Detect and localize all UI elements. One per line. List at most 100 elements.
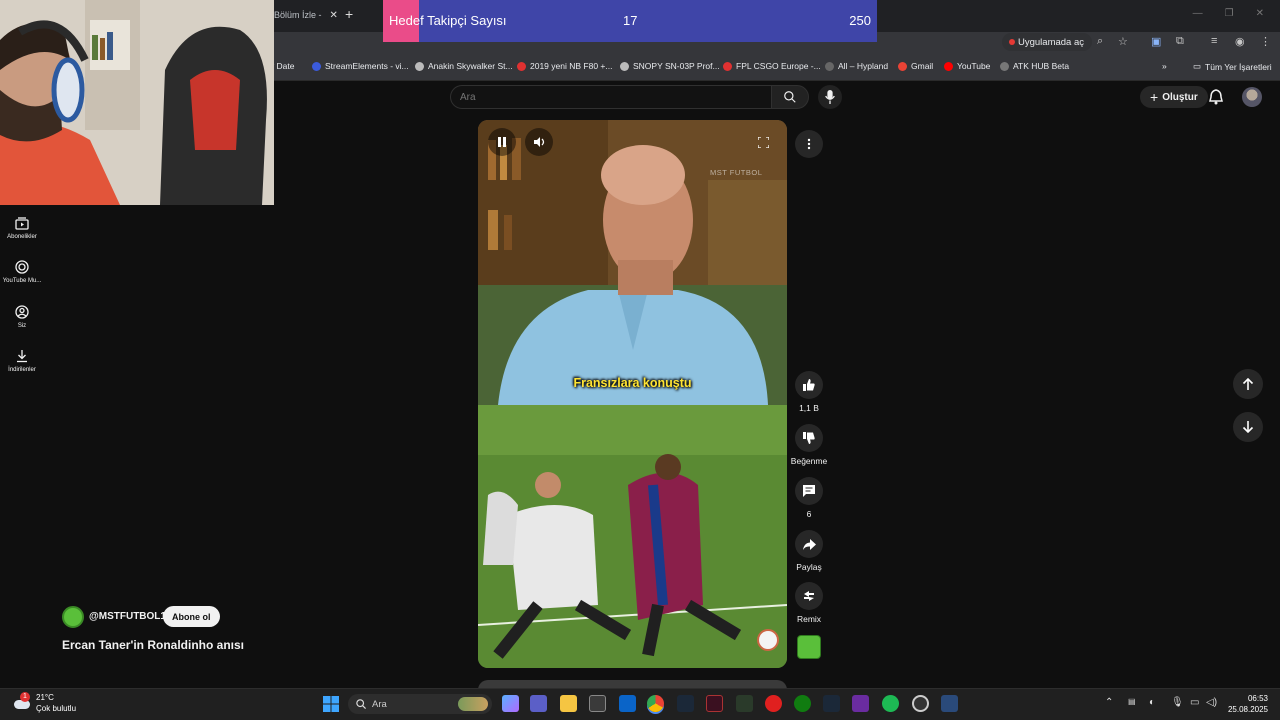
nzxt-icon[interactable] xyxy=(852,695,869,712)
browser-tab[interactable]: Bölüm İzle - ✕ xyxy=(268,2,340,28)
youtube-music-icon xyxy=(15,260,29,274)
steam-icon[interactable] xyxy=(677,695,694,712)
previous-short-button[interactable] xyxy=(1233,369,1263,399)
volume-button[interactable] xyxy=(525,128,553,156)
open-in-app-button[interactable]: Uygulamada aç xyxy=(1002,33,1093,51)
next-short-button[interactable] xyxy=(1233,412,1263,442)
account-avatar[interactable] xyxy=(1242,87,1262,107)
create-button[interactable]: + Oluştur xyxy=(1140,86,1208,108)
network-icon[interactable]: ▭ xyxy=(1190,697,1199,708)
new-tab-icon[interactable]: + xyxy=(345,6,353,22)
comment-icon xyxy=(803,485,815,497)
comments-button[interactable]: 6 xyxy=(788,477,830,519)
speaker-icon[interactable]: ◁) xyxy=(1206,697,1217,708)
taskbar-clock[interactable]: 06:53 25.08.2025 xyxy=(1228,693,1268,715)
pause-button[interactable] xyxy=(488,128,516,156)
bookmark-item[interactable]: YouTube xyxy=(944,61,990,71)
teams-icon[interactable] xyxy=(530,695,547,712)
profile-icon[interactable]: ◉ xyxy=(1235,35,1245,48)
pause-icon xyxy=(498,137,506,147)
sidebar-item-you[interactable]: Siz xyxy=(0,305,44,329)
search-box[interactable] xyxy=(450,85,772,109)
close-window-icon[interactable]: ✕ xyxy=(1256,8,1264,19)
clock-date: 25.08.2025 xyxy=(1227,705,1268,714)
file-explorer-icon[interactable] xyxy=(560,695,577,712)
bookmark-item[interactable]: StreamElements - vi... xyxy=(312,61,409,71)
globe-icon xyxy=(415,61,424,71)
search-button[interactable] xyxy=(771,85,809,109)
close-tab-icon[interactable]: ✕ xyxy=(330,10,338,21)
windows-start-icon[interactable] xyxy=(323,696,340,713)
all-bookmarks-folder[interactable]: ▭ Tüm Yer İşaretleri xyxy=(1193,61,1272,72)
cloud-icon: 1 xyxy=(12,692,30,710)
spotify-icon[interactable] xyxy=(882,695,899,712)
bookmark-item[interactable]: ATK HUB Beta xyxy=(1000,61,1069,71)
store-icon xyxy=(517,61,526,71)
bookmark-item[interactable]: FPL CSGO Europe -... xyxy=(723,61,821,71)
channel-handle[interactable]: @MSTFUTBOL1 xyxy=(89,611,166,622)
opera-icon[interactable] xyxy=(765,695,782,712)
subscribe-button[interactable]: Abone ol xyxy=(163,606,220,627)
outlook-icon[interactable] xyxy=(619,695,636,712)
translate-icon[interactable]: ▣ xyxy=(1151,35,1161,48)
hypland-icon xyxy=(825,61,834,71)
microphone-tray-icon[interactable]: 🎙 xyxy=(1171,697,1184,708)
store-icon[interactable] xyxy=(589,695,606,712)
steam-alt-icon[interactable] xyxy=(823,695,840,712)
restore-icon[interactable]: ❐ xyxy=(1225,8,1234,19)
bookmark-item[interactable]: Gmail xyxy=(898,61,933,71)
extensions-icon[interactable]: ⧉ xyxy=(1176,35,1184,48)
chrome-icon[interactable] xyxy=(647,695,664,712)
media-controls-icon[interactable]: ≡ xyxy=(1211,35,1217,47)
more-bookmarks-icon[interactable]: » xyxy=(1162,61,1167,71)
taskbar-search[interactable]: Ara xyxy=(348,694,492,714)
bookmark-item[interactable]: 2019 yeni NB F80 +... xyxy=(517,61,612,71)
chevron-up-icon[interactable]: ⌃ xyxy=(1105,697,1113,708)
keyboard-layout-icon[interactable]: ▤ xyxy=(1128,697,1136,706)
like-button[interactable]: 1,1 B xyxy=(788,371,830,413)
browser-menu-icon[interactable]: ⋮ xyxy=(1260,35,1271,48)
search-icon xyxy=(784,91,796,103)
voice-search-button[interactable] xyxy=(818,85,842,109)
search-input[interactable] xyxy=(451,86,772,108)
thumbs-down-icon xyxy=(803,432,815,444)
more-vert-icon xyxy=(807,138,811,150)
bookmark-item[interactable]: All – Hypland xyxy=(825,61,888,71)
video-frame-interview: MST FUTBOL Fransızlara konuştu xyxy=(478,120,787,405)
zoom-icon[interactable]: ⌕ xyxy=(1097,35,1103,48)
webcam-image xyxy=(0,0,274,205)
bookmark-item[interactable]: SNOPY SN-03P Prof... xyxy=(620,61,720,71)
xbox-icon[interactable] xyxy=(794,695,811,712)
weather-widget[interactable]: 1 21°C Çok bulutlu xyxy=(12,692,76,714)
sidebar-item-youtube-music[interactable]: YouTube Mu... xyxy=(0,260,44,284)
subscriptions-icon xyxy=(15,217,29,230)
audio-source-thumbnail[interactable] xyxy=(797,635,821,659)
search-highlight-icon xyxy=(458,697,488,711)
short-title[interactable]: Ercan Taner'in Ronaldinho anısı xyxy=(62,638,244,652)
sidebar-item-downloads[interactable]: İndirilenler xyxy=(0,349,44,373)
remix-button[interactable]: Remix xyxy=(788,582,830,624)
copilot-icon[interactable] xyxy=(502,695,519,712)
minimize-icon[interactable]: — xyxy=(1193,8,1203,19)
calculator-icon[interactable] xyxy=(941,695,958,712)
obs-icon[interactable] xyxy=(912,695,929,712)
fullscreen-button[interactable] xyxy=(749,128,777,156)
more-options-button[interactable] xyxy=(795,130,823,158)
valorant-icon[interactable] xyxy=(706,695,723,712)
weather-temp: 21°C xyxy=(36,693,54,702)
notifications-button[interactable] xyxy=(1209,89,1223,110)
share-button[interactable]: Paylaş xyxy=(788,530,830,572)
weather-desc: Çok bulutlu xyxy=(36,704,77,713)
you-icon xyxy=(15,305,29,319)
remix-label: Remix xyxy=(796,614,822,624)
channel-avatar[interactable] xyxy=(62,606,84,628)
short-video-player[interactable]: MST FUTBOL Fransızlara konuştu xyxy=(478,120,787,668)
notepad-icon[interactable] xyxy=(736,695,753,712)
sidebar-item-subscriptions[interactable]: Abonelikler xyxy=(0,216,44,240)
dislike-button[interactable]: Beğenme xyxy=(788,424,830,466)
channel-watermark: MST FUTBOL xyxy=(710,168,763,177)
bookmark-item[interactable]: Anakin Skywalker St... xyxy=(415,61,513,71)
sidebar-item-label: Siz xyxy=(17,323,27,329)
steam-tray-icon[interactable]: ◐ xyxy=(1149,697,1155,708)
bookmark-star-icon[interactable]: ☆ xyxy=(1118,35,1128,48)
